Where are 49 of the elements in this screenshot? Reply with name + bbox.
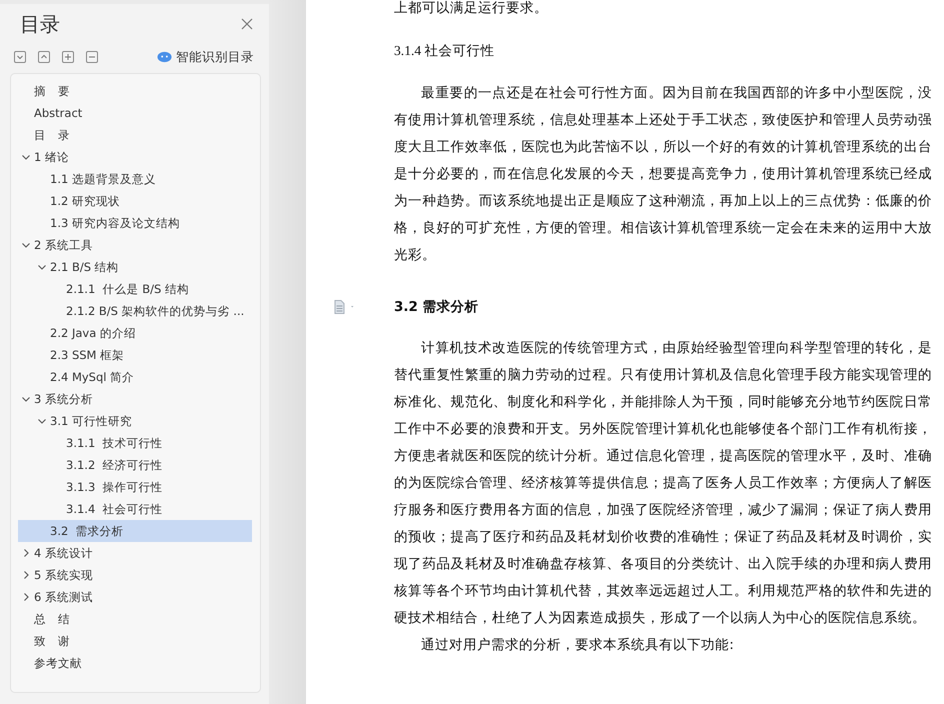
toc-item[interactable]: 3 系统分析: [18, 388, 252, 410]
collapse-all-icon[interactable]: [38, 51, 50, 63]
toc-item[interactable]: 2.3 SSM 框架: [18, 344, 252, 366]
chevron-icon[interactable]: [37, 416, 47, 426]
chevron-icon[interactable]: [21, 570, 31, 580]
toc-item[interactable]: 摘 要: [18, 80, 252, 102]
toc-item[interactable]: 2.1.1 什么是 B/S 结构: [18, 278, 252, 300]
toc-item[interactable]: 1 绪论: [18, 146, 252, 168]
toc-item[interactable]: 3.1.1 技术可行性: [18, 432, 252, 454]
plus-icon[interactable]: [62, 51, 74, 63]
chevron-icon[interactable]: [21, 152, 31, 162]
toc-item[interactable]: 2.1.2 B/S 架构软件的优势与劣 ...: [18, 300, 252, 322]
panel-title: 目录: [20, 10, 60, 38]
toc-item[interactable]: 4 系统设计: [18, 542, 252, 564]
toc-item[interactable]: 6 系统测试: [18, 586, 252, 608]
chevron-icon[interactable]: [21, 548, 31, 558]
toc-item[interactable]: 5 系统实现: [18, 564, 252, 586]
paragraph-text: 计算机技术改造医院的传统管理方式，由原始经验型管理向科学型管理的转化，是替代重复性繁重的脑力劳动的过程。只有使用计算机及信息化管理手段方能实现管理的标准化、规范化、制度化和科学化，并能排除人为干预，同时能够充分地节约医院日常工作中不必要的浪费和开支。另外医院管理计算机化也能够使各个部门工作有机衔接，方便患者就医和医院的统计分析。通过信息化管理，提高医院的管理水平，及时、准确的为医院综合管理、经济核算等提供信息；提高了医务人员工作效率；方便病人了解医疗服务和医疗费用各方面的信息，加强了医院经济管理，减少了漏洞；保证了病人费用的预收；提高了医疗和药品及耗材划价收费的准确性；保证了药品及耗材及时调价，实现了药品及耗材及时准确盘存核算、各项目的分类统计、出入院手续的办理和病人费用核算等各个环节均由计算机代替，其效率远远超过人工。利用规范严格的软件和先进的硬技术相结合，杜绝了人为因素造成损失，形成了一个以病人为中心的医院信息系统。: [394, 339, 932, 628]
toc-item[interactable]: 3.1.2 经济可行性: [18, 454, 252, 476]
toc-item[interactable]: 总 结: [18, 608, 252, 630]
toc-item[interactable]: 3.1 可行性研究: [18, 410, 252, 432]
chevron-icon[interactable]: [21, 240, 31, 250]
expand-all-icon[interactable]: [14, 51, 26, 63]
toc-item[interactable]: 目 录: [18, 124, 252, 146]
toc-item[interactable]: 2.1 B/S 结构: [18, 256, 252, 278]
toc-item[interactable]: 1.3 研究内容及论文结构: [18, 212, 252, 234]
toc-item[interactable]: 3.1.4 社会可行性: [18, 498, 252, 520]
minus-icon[interactable]: [86, 51, 98, 63]
smart-toc-button[interactable]: 智能识别目录: [157, 48, 254, 66]
toc-item[interactable]: 2.4 MySql 简介: [18, 366, 252, 388]
toc-item[interactable]: 3.1.3 操作可行性: [18, 476, 252, 498]
toc-item[interactable]: 3.2 需求分析: [18, 520, 252, 542]
toc-item[interactable]: 2.2 Java 的介绍: [18, 322, 252, 344]
paragraph-text: 通过对用户需求的分析，要求本系统具有以下功能:: [420, 636, 735, 655]
chevron-icon[interactable]: [37, 262, 47, 272]
chevron-icon[interactable]: [21, 394, 31, 404]
toc-item[interactable]: 2 系统工具: [18, 234, 252, 256]
section-heading: 3.1.4 社会可行性: [394, 42, 496, 60]
toc-item[interactable]: Abstract: [18, 102, 252, 124]
robot-icon: [157, 51, 172, 63]
paragraph-text: 上都可以满足运行要求。: [394, 0, 549, 18]
toc-item[interactable]: 参考文献: [18, 652, 252, 674]
toc-item[interactable]: 1.1 选题背景及意义: [18, 168, 252, 190]
section-heading: 3.2 需求分析: [394, 298, 480, 317]
paragraph-text: 最重要的一点还是在社会可行性方面。因为目前在我国西部的许多中小型医院，没有使用计算机管理系统，信息处理基本上还处于手工状态，致使医护和管理人员劳动强度大且工作效率低，医院也为此苦恼不以，所以一个好的有效的计算机管理系统的出台是十分必要的，而在信息化发展的今天，想要提高竞争力，使用计算机管理系统已经成为一种趋势。而该系统地提出正是顺应了这种潮流，再加上以上的三点优势：低廉的价格，良好的可扩充性，方便的管理。相信该计算机管理系统一定会在未来的运用中大放光彩。: [394, 84, 932, 265]
close-icon[interactable]: [241, 18, 254, 30]
chevron-icon[interactable]: [21, 592, 31, 602]
toc-item[interactable]: 致 谢: [18, 630, 252, 652]
toc-item[interactable]: 1.2 研究现状: [18, 190, 252, 212]
